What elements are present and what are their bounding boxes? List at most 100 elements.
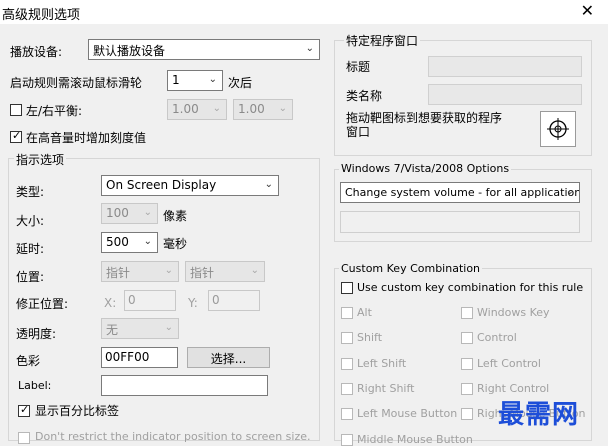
scroll-label: 启动规则需滚动鼠标滑轮 (10, 76, 143, 90)
offset-x-label: X: (104, 296, 117, 310)
chevron-down-icon: ⌄ (164, 322, 173, 333)
drag-target-label-line2: 窗口 (346, 125, 371, 139)
key-label: Shift (357, 331, 383, 344)
scroll-unit: 次后 (228, 76, 253, 90)
balance-left-select[interactable]: 1.00 ⌄ (167, 99, 227, 120)
restrict-label: Don't restrict the indicator position to… (35, 430, 311, 443)
increase-checkbox[interactable]: ✓ (10, 129, 22, 143)
scroll-count-value: 1 (172, 73, 180, 87)
window-title-field (428, 56, 582, 77)
key-checkbox[interactable] (341, 434, 353, 446)
device-label: 播放设备: (10, 45, 63, 59)
device-select[interactable]: 默认播放设备 ⌄ (88, 39, 320, 60)
volume-scope-select[interactable]: Change system volume - for all applicati… (340, 182, 580, 203)
type-label: 类型: (16, 185, 45, 199)
offset-x-input[interactable]: 0 (124, 290, 176, 311)
chevron-down-icon: ⌄ (208, 74, 217, 85)
key-checkbox[interactable] (461, 383, 473, 395)
key-checkbox[interactable] (461, 332, 473, 344)
key-checkbox[interactable] (341, 383, 353, 395)
balance-right-value: 1.00 (238, 102, 265, 116)
crosshair-target-svg (547, 118, 569, 140)
scroll-count-select[interactable]: 1 ⌄ (167, 70, 223, 91)
window-title-label: 标题 (346, 60, 371, 74)
custom-key-group-label: Custom Key Combination (339, 262, 483, 275)
increase-label: 在高音量时增加刻度值 (26, 131, 147, 145)
drag-target-label: 拖动靶图标到想要获取的程序 窗口 (346, 111, 502, 139)
delay-label: 延时: (16, 242, 45, 256)
type-value: On Screen Display (106, 178, 217, 192)
chevron-down-icon: ⌄ (250, 265, 259, 276)
key-label: Windows Key (477, 306, 550, 319)
crosshair-target-icon[interactable] (540, 111, 576, 147)
restrict-checkbox[interactable] (18, 432, 30, 444)
chevron-down-icon: ⌄ (278, 103, 287, 114)
chevron-down-icon: ⌄ (264, 179, 273, 190)
key-label: Alt (357, 306, 372, 319)
color-input[interactable]: 00FF00 (101, 347, 178, 368)
position-y-select[interactable]: 指针 ⌄ (185, 261, 265, 282)
size-select[interactable]: 100 ⌄ (101, 203, 158, 224)
check-icon: ✓ (12, 129, 22, 142)
indicator-group-label: 指示选项 (14, 151, 67, 168)
opacity-label: 透明度: (16, 327, 57, 341)
key-checkbox[interactable] (461, 307, 473, 319)
key-checkbox[interactable] (341, 332, 353, 344)
use-custom-key-checkbox[interactable] (341, 282, 353, 294)
watermark-text: 最需网 (498, 400, 580, 430)
balance-left-value: 1.00 (172, 102, 199, 116)
chevron-down-icon: ⌄ (565, 186, 574, 197)
color-label: 色彩 (16, 354, 41, 368)
program-window-group-label: 特定程序窗口 (344, 32, 421, 49)
opacity-select[interactable]: 无 ⌄ (101, 318, 179, 339)
key-checkbox[interactable] (341, 307, 353, 319)
key-checkbox[interactable] (341, 408, 353, 420)
delay-unit: 毫秒 (163, 237, 188, 251)
delay-select[interactable]: 500 ⌄ (101, 232, 158, 253)
chevron-down-icon: ⌄ (164, 265, 173, 276)
windows-options-group-label: Windows 7/Vista/2008 Options (339, 162, 512, 175)
chevron-down-icon: ⌄ (143, 207, 152, 218)
percent-checkbox[interactable]: ✓ (18, 403, 30, 417)
key-checkbox[interactable] (461, 358, 473, 370)
label-input[interactable] (101, 375, 268, 396)
offset-y-label: Y: (188, 296, 198, 310)
use-custom-key-label: Use custom key combination for this rule (357, 281, 584, 294)
position-x-select[interactable]: 指针 ⌄ (101, 261, 179, 282)
balance-right-select[interactable]: 1.00 ⌄ (233, 99, 293, 120)
key-checkbox[interactable] (461, 408, 473, 420)
choose-color-button[interactable]: 选择... (187, 347, 270, 368)
position-label: 位置: (16, 270, 45, 284)
key-label: Left Mouse Button (357, 407, 458, 420)
size-value: 100 (106, 206, 129, 220)
check-icon: ✓ (20, 403, 30, 416)
offset-y-input[interactable]: 0 (208, 290, 260, 311)
offset-label: 修正位置: (16, 297, 69, 311)
class-name-field (428, 84, 582, 105)
chevron-down-icon: ⌄ (212, 103, 221, 114)
balance-checkbox[interactable] (10, 104, 22, 116)
key-label: Control (477, 331, 517, 344)
drag-target-label-line1: 拖动靶图标到想要获取的程序 (346, 111, 503, 125)
key-label: Middle Mouse Button (357, 433, 473, 446)
percent-label: 显示百分比标签 (35, 404, 120, 418)
type-select[interactable]: On Screen Display ⌄ (101, 175, 279, 196)
class-name-label: 类名称 (346, 89, 383, 103)
position-x-value: 指针 (106, 266, 131, 280)
size-unit: 像素 (163, 209, 188, 223)
position-y-value: 指针 (190, 266, 215, 280)
title-bar (0, 0, 608, 24)
windows-options-empty-field (340, 211, 580, 233)
size-label: 大小: (16, 214, 45, 228)
close-icon[interactable]: ✕ (581, 1, 594, 20)
window-title: 高级规则选项 (2, 8, 81, 23)
delay-value: 500 (106, 235, 129, 249)
opacity-value: 无 (106, 323, 119, 337)
label-label: Label: (18, 379, 52, 392)
volume-scope-value: Change system volume - for all applicati… (345, 186, 580, 199)
device-value: 默认播放设备 (93, 44, 166, 58)
chevron-down-icon: ⌄ (305, 43, 314, 54)
key-label: Left Shift (357, 357, 407, 370)
chevron-down-icon: ⌄ (143, 236, 152, 247)
key-checkbox[interactable] (341, 358, 353, 370)
